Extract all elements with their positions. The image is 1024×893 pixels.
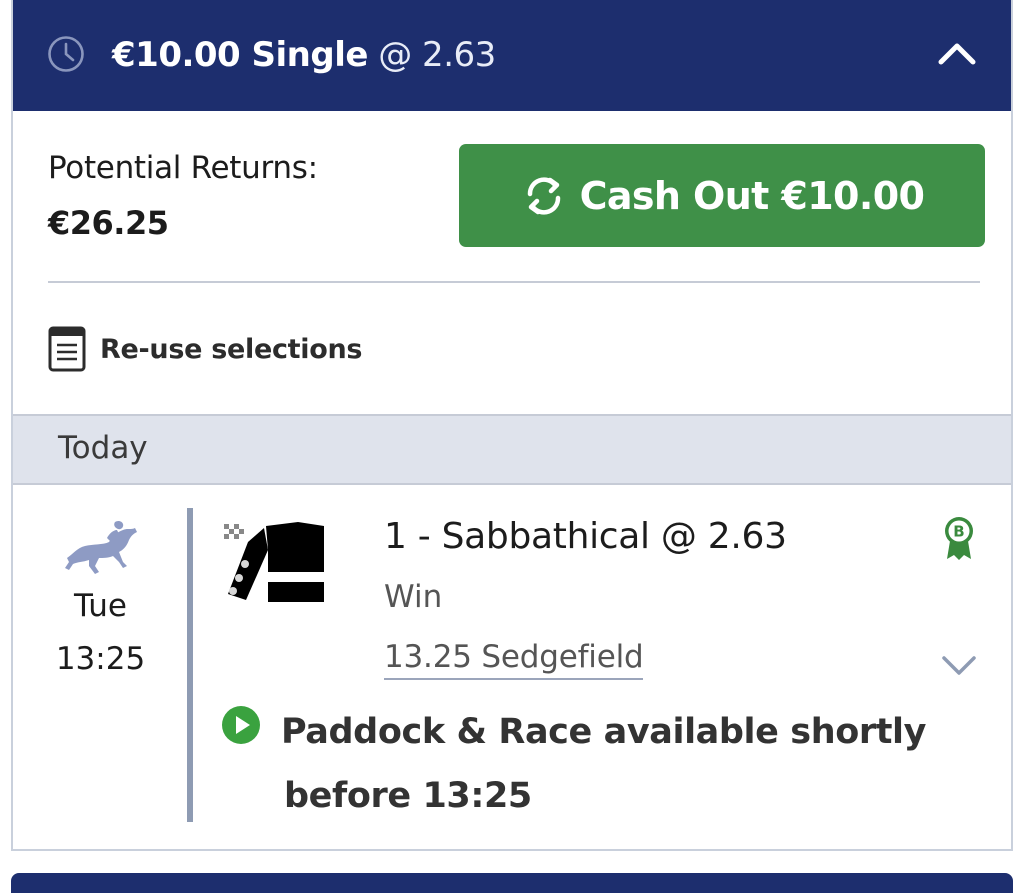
odds-label: @ 2.63 [378, 35, 496, 75]
badge-letter: B [953, 523, 964, 541]
chevron-up-icon[interactable] [938, 40, 976, 66]
event-link[interactable]: 13.25 Sedgefield [384, 639, 644, 680]
bet-card: €10.00 Single @ 2.63 Potential Returns: … [11, 0, 1013, 851]
section-label: Today [58, 430, 148, 466]
stream-notice-line1: Paddock & Race available shortly [281, 712, 927, 752]
divider [48, 281, 980, 283]
next-bet-card-header[interactable] [11, 873, 1013, 893]
chevron-down-icon[interactable] [941, 654, 977, 676]
cash-out-label: Cash Out €10.00 [579, 173, 925, 218]
jockey-silks-icon [222, 522, 324, 602]
race-time: 13:25 [55, 641, 146, 677]
bet-header[interactable]: €10.00 Single @ 2.63 [13, 0, 1011, 111]
bet-boost-badge-icon: B [945, 517, 973, 560]
race-day: Tue [74, 588, 127, 624]
stream-notice: Paddock & Race available shortly before … [281, 700, 931, 828]
cash-out-button[interactable]: Cash Out €10.00 [459, 144, 985, 247]
document-icon [48, 326, 86, 372]
potential-returns-value: €26.25 [48, 204, 169, 242]
refresh-icon [527, 176, 560, 215]
play-icon [222, 706, 260, 744]
stake-label: €10.00 Single [112, 35, 368, 75]
potential-returns-label: Potential Returns: [48, 150, 318, 186]
horse-racing-icon [65, 520, 137, 574]
selection-name: 1 - Sabbathical @ 2.63 [384, 516, 787, 557]
stream-notice-line2: before 13:25 [284, 776, 532, 816]
clock-icon [48, 36, 84, 72]
reuse-selections-label: Re-use selections [100, 333, 363, 365]
selection-accent-bar [187, 508, 193, 822]
reuse-selections-link[interactable]: Re-use selections [48, 326, 362, 372]
bet-title: €10.00 Single @ 2.63 [112, 33, 496, 77]
section-header-today: Today [13, 414, 1011, 485]
market-type: Win [384, 579, 443, 615]
